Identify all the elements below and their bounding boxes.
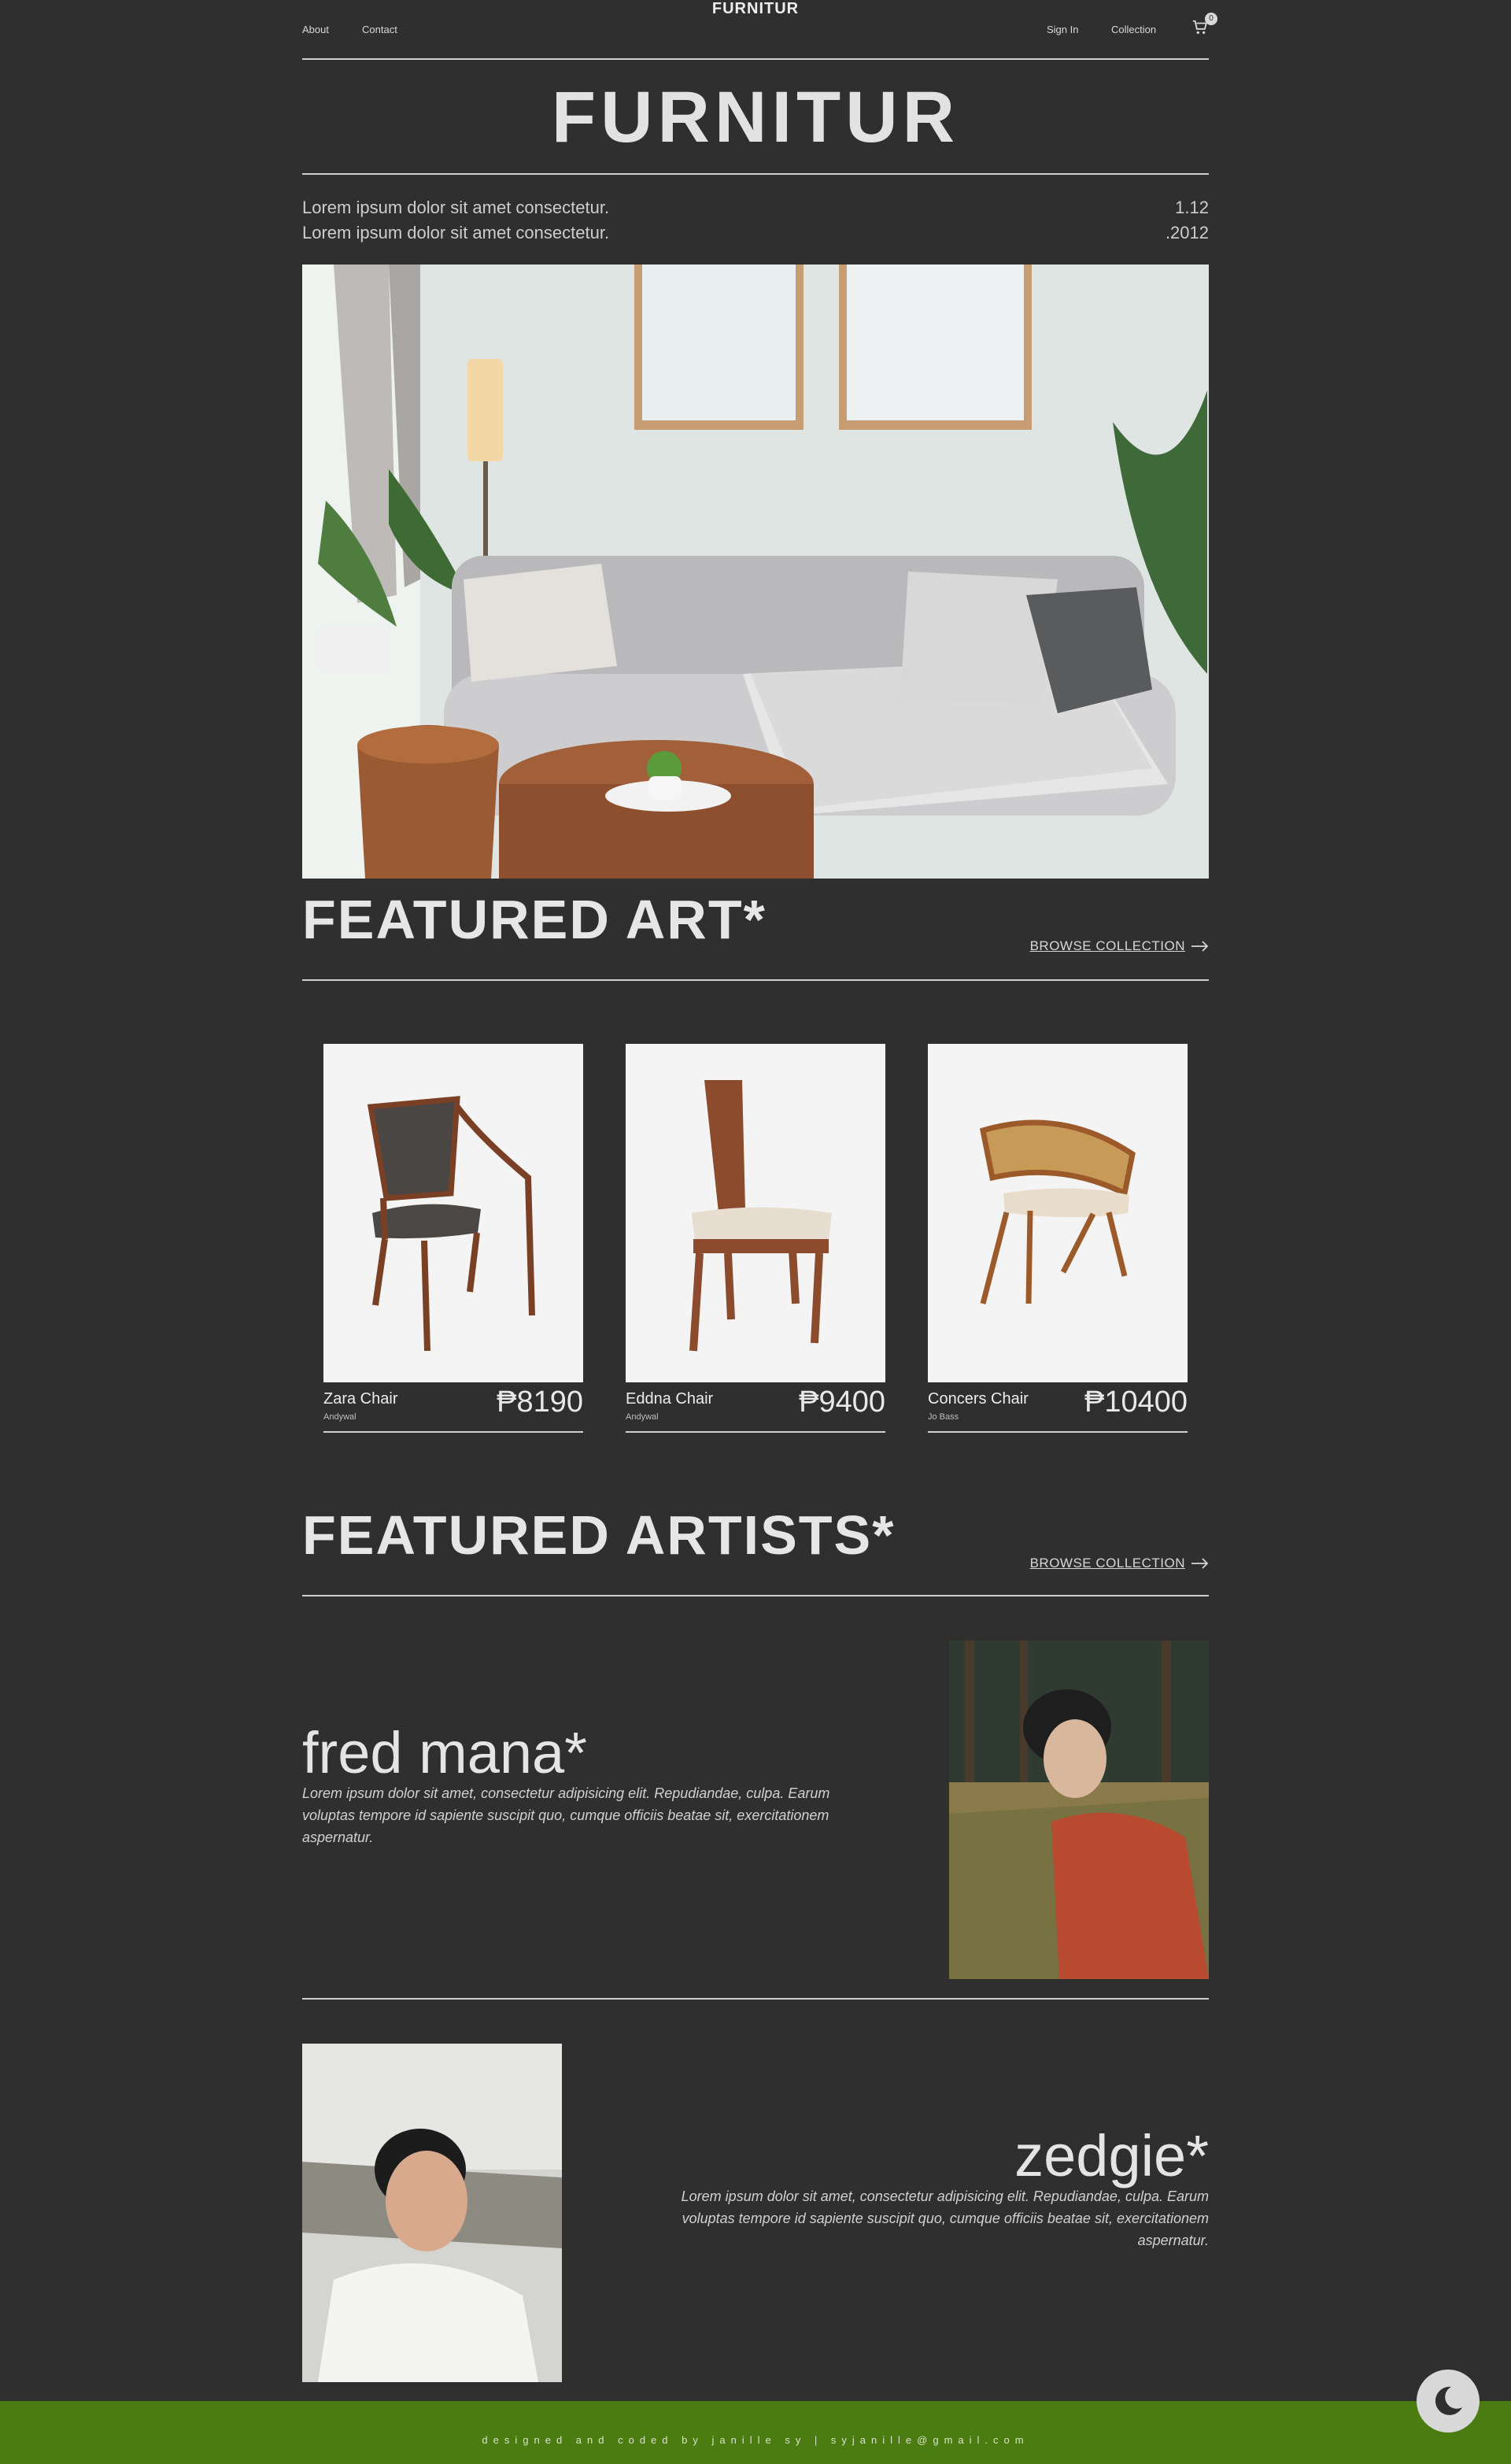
- product-name: Zara Chair: [323, 1390, 398, 1408]
- moon-icon: [1435, 2386, 1462, 2415]
- product-price: ₱10400: [1084, 1386, 1188, 1419]
- featured-art-heading: FEATURED ART*: [302, 889, 767, 950]
- product-card[interactable]: Concers Chair Jo Bass ₱10400: [928, 1044, 1188, 1433]
- nav-sign-in-link[interactable]: Sign In: [1047, 24, 1078, 35]
- hero-meta: Lorem ipsum dolor sit amet consectetur. …: [302, 195, 1209, 250]
- hero-living-room-image: [302, 265, 1209, 879]
- product-card[interactable]: Eddna Chair Andywal ₱9400: [626, 1044, 885, 1433]
- browse-collection-label: BROWSE COLLECTION: [1029, 1556, 1185, 1571]
- product-artist: Jo Bass: [928, 1412, 959, 1422]
- hero-number-2: .2012: [1165, 223, 1209, 242]
- artist-photo-zedgie: [302, 2044, 562, 2382]
- footer: designed and coded by janille sy | syjan…: [0, 2401, 1511, 2464]
- product-name: Concers Chair: [928, 1390, 1029, 1408]
- artist-desc-zedgie: Lorem ipsum dolor sit amet, consectetur …: [681, 2188, 1209, 2248]
- hero-title: FURNITUR: [551, 77, 960, 157]
- zara-chair-image: [323, 1044, 583, 1382]
- footer-credit: designed and coded by janille sy | syjan…: [482, 2434, 1029, 2446]
- hero-number-1: 1.12: [1175, 198, 1209, 217]
- cart-count-badge: 0: [1205, 13, 1217, 25]
- featured-art-browse-link[interactable]: BROWSE COLLECTION: [1030, 938, 1209, 954]
- top-navbar: About Contact FURNITUR Sign In Collectio…: [302, 0, 1217, 60]
- artist-name-fred: fred mana*: [302, 1720, 587, 1785]
- eddna-chair-image: [626, 1044, 885, 1382]
- arrow-right-icon: [1191, 941, 1209, 952]
- artist-photo-fred: [949, 1641, 1209, 1979]
- hero-title-block: FURNITUR: [302, 60, 1209, 175]
- product-name: Eddna Chair: [626, 1390, 714, 1408]
- hero-text-line-2: Lorem ipsum dolor sit amet consectetur.: [302, 223, 610, 242]
- featured-artists-browse-link[interactable]: BROWSE COLLECTION: [1030, 1556, 1209, 1571]
- concers-chair-image: [928, 1044, 1188, 1382]
- product-card[interactable]: Zara Chair Andywal ₱8190: [323, 1044, 583, 1433]
- featured-art-header: FEATURED ART* BROWSE COLLECTION: [302, 879, 1209, 981]
- nav-collection-link[interactable]: Collection: [1111, 24, 1156, 35]
- browse-collection-label: BROWSE COLLECTION: [1029, 938, 1185, 953]
- nav-brand-logo: FURNITUR: [711, 0, 800, 17]
- product-artist: Andywal: [323, 1412, 357, 1422]
- artist-desc-fred: Lorem ipsum dolor sit amet, consectetur …: [302, 1785, 830, 1845]
- artist-name-zedgie: zedgie*: [1014, 2123, 1209, 2188]
- hero-text-line-1: Lorem ipsum dolor sit amet consectetur.: [302, 198, 610, 217]
- arrow-right-icon: [1191, 1558, 1209, 1569]
- featured-artists-heading: FEATURED ARTISTS*: [302, 1504, 896, 1566]
- product-price: ₱9400: [799, 1386, 885, 1419]
- nav-contact-link[interactable]: Contact: [362, 24, 397, 35]
- nav-about-link[interactable]: About: [302, 24, 329, 35]
- product-artist: Andywal: [626, 1412, 659, 1422]
- featured-artists-header: FEATURED ARTISTS* BROWSE COLLECTION: [302, 1493, 1209, 1596]
- product-price: ₱8190: [497, 1386, 583, 1419]
- artist-divider: [302, 1998, 1209, 2000]
- dark-mode-toggle[interactable]: [1417, 2370, 1480, 2433]
